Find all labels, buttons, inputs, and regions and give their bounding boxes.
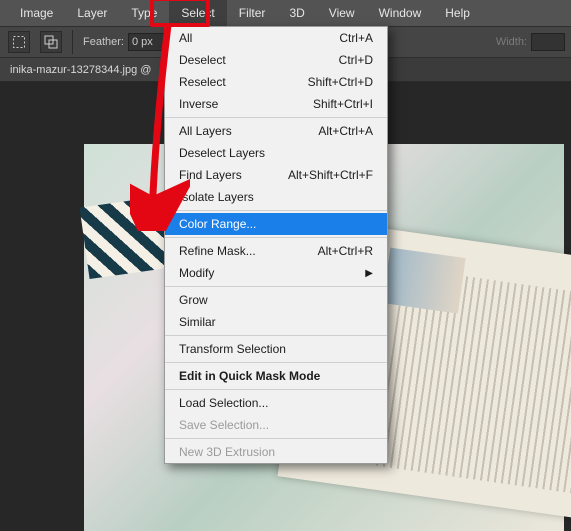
menu-item-label: Color Range... bbox=[179, 217, 256, 231]
feather-label: Feather: bbox=[83, 36, 124, 48]
menu-layer[interactable]: Layer bbox=[65, 0, 119, 26]
menu-item-modify[interactable]: Modify ▶ bbox=[165, 262, 387, 284]
menu-item-shortcut: Alt+Ctrl+R bbox=[318, 244, 373, 258]
menu-image[interactable]: Image bbox=[8, 0, 65, 26]
menu-item-transform-selection[interactable]: Transform Selection bbox=[165, 338, 387, 360]
menu-item-label: New 3D Extrusion bbox=[179, 445, 275, 459]
menu-item-save-selection: Save Selection... bbox=[165, 414, 387, 436]
newspaper-photo bbox=[383, 248, 466, 314]
menu-item-isolate-layers[interactable]: Isolate Layers bbox=[165, 186, 387, 208]
marquee-tool-icon[interactable] bbox=[8, 31, 30, 53]
menu-item-shortcut: Ctrl+A bbox=[339, 31, 373, 45]
menu-item-label: All Layers bbox=[179, 124, 232, 138]
menu-item-all[interactable]: All Ctrl+A bbox=[165, 27, 387, 49]
menu-item-color-range[interactable]: Color Range... bbox=[165, 213, 387, 235]
menu-view[interactable]: View bbox=[317, 0, 367, 26]
menu-item-shortcut: Ctrl+D bbox=[339, 53, 373, 67]
menu-help[interactable]: Help bbox=[433, 0, 482, 26]
menu-item-label: All bbox=[179, 31, 192, 45]
menu-item-label: Deselect Layers bbox=[179, 146, 265, 160]
menu-item-label: Find Layers bbox=[179, 168, 242, 182]
menu-window[interactable]: Window bbox=[367, 0, 434, 26]
menu-item-label: Inverse bbox=[179, 97, 218, 111]
menu-item-label: Isolate Layers bbox=[179, 190, 254, 204]
menu-item-load-selection[interactable]: Load Selection... bbox=[165, 392, 387, 414]
menu-type[interactable]: Type bbox=[119, 0, 169, 26]
menu-item-all-layers[interactable]: All Layers Alt+Ctrl+A bbox=[165, 120, 387, 142]
menu-3d[interactable]: 3D bbox=[277, 0, 316, 26]
width-label: Width: bbox=[496, 36, 527, 48]
menubar: Image Layer Type Select Filter 3D View W… bbox=[0, 0, 571, 26]
width-field: Width: bbox=[496, 33, 565, 51]
menu-item-similar[interactable]: Similar bbox=[165, 311, 387, 333]
selection-mode-icon[interactable] bbox=[40, 31, 62, 53]
width-input[interactable] bbox=[531, 33, 565, 51]
separator bbox=[72, 30, 73, 54]
menu-item-label: Load Selection... bbox=[179, 396, 268, 410]
menu-item-label: Grow bbox=[179, 293, 208, 307]
select-menu-dropdown: All Ctrl+A Deselect Ctrl+D Reselect Shift+Ctr… bbox=[164, 26, 388, 464]
feather-field: Feather: bbox=[83, 33, 168, 51]
document-tab[interactable]: inika-mazur-13278344.jpg @ bbox=[0, 58, 161, 81]
menu-item-shortcut: Shift+Ctrl+I bbox=[313, 97, 373, 111]
menu-select[interactable]: Select bbox=[169, 0, 226, 26]
menu-item-label: Transform Selection bbox=[179, 342, 286, 356]
menu-item-label: Deselect bbox=[179, 53, 226, 67]
menu-item-shortcut: Shift+Ctrl+D bbox=[308, 75, 373, 89]
feather-input[interactable] bbox=[128, 33, 168, 51]
menu-item-shortcut: Alt+Shift+Ctrl+F bbox=[288, 168, 373, 182]
menu-item-label: Similar bbox=[179, 315, 216, 329]
menu-item-new-3d-extrusion: New 3D Extrusion bbox=[165, 441, 387, 463]
menu-item-label: Save Selection... bbox=[179, 418, 269, 432]
menu-item-deselect[interactable]: Deselect Ctrl+D bbox=[165, 49, 387, 71]
menu-item-reselect[interactable]: Reselect Shift+Ctrl+D bbox=[165, 71, 387, 93]
menu-item-shortcut: Alt+Ctrl+A bbox=[318, 124, 373, 138]
menu-item-inverse[interactable]: Inverse Shift+Ctrl+I bbox=[165, 93, 387, 115]
submenu-arrow-icon: ▶ bbox=[365, 268, 373, 279]
menu-item-grow[interactable]: Grow bbox=[165, 289, 387, 311]
menu-filter[interactable]: Filter bbox=[227, 0, 278, 26]
menu-item-label: Reselect bbox=[179, 75, 226, 89]
menu-item-find-layers[interactable]: Find Layers Alt+Shift+Ctrl+F bbox=[165, 164, 387, 186]
menu-item-deselect-layers[interactable]: Deselect Layers bbox=[165, 142, 387, 164]
menu-item-label: Modify bbox=[179, 266, 214, 280]
menu-item-edit-in-quick-mask-mode[interactable]: Edit in Quick Mask Mode bbox=[165, 365, 387, 387]
menu-item-label: Refine Mask... bbox=[179, 244, 256, 258]
menu-item-label: Edit in Quick Mask Mode bbox=[179, 369, 320, 383]
menu-item-refine-mask[interactable]: Refine Mask... Alt+Ctrl+R bbox=[165, 240, 387, 262]
